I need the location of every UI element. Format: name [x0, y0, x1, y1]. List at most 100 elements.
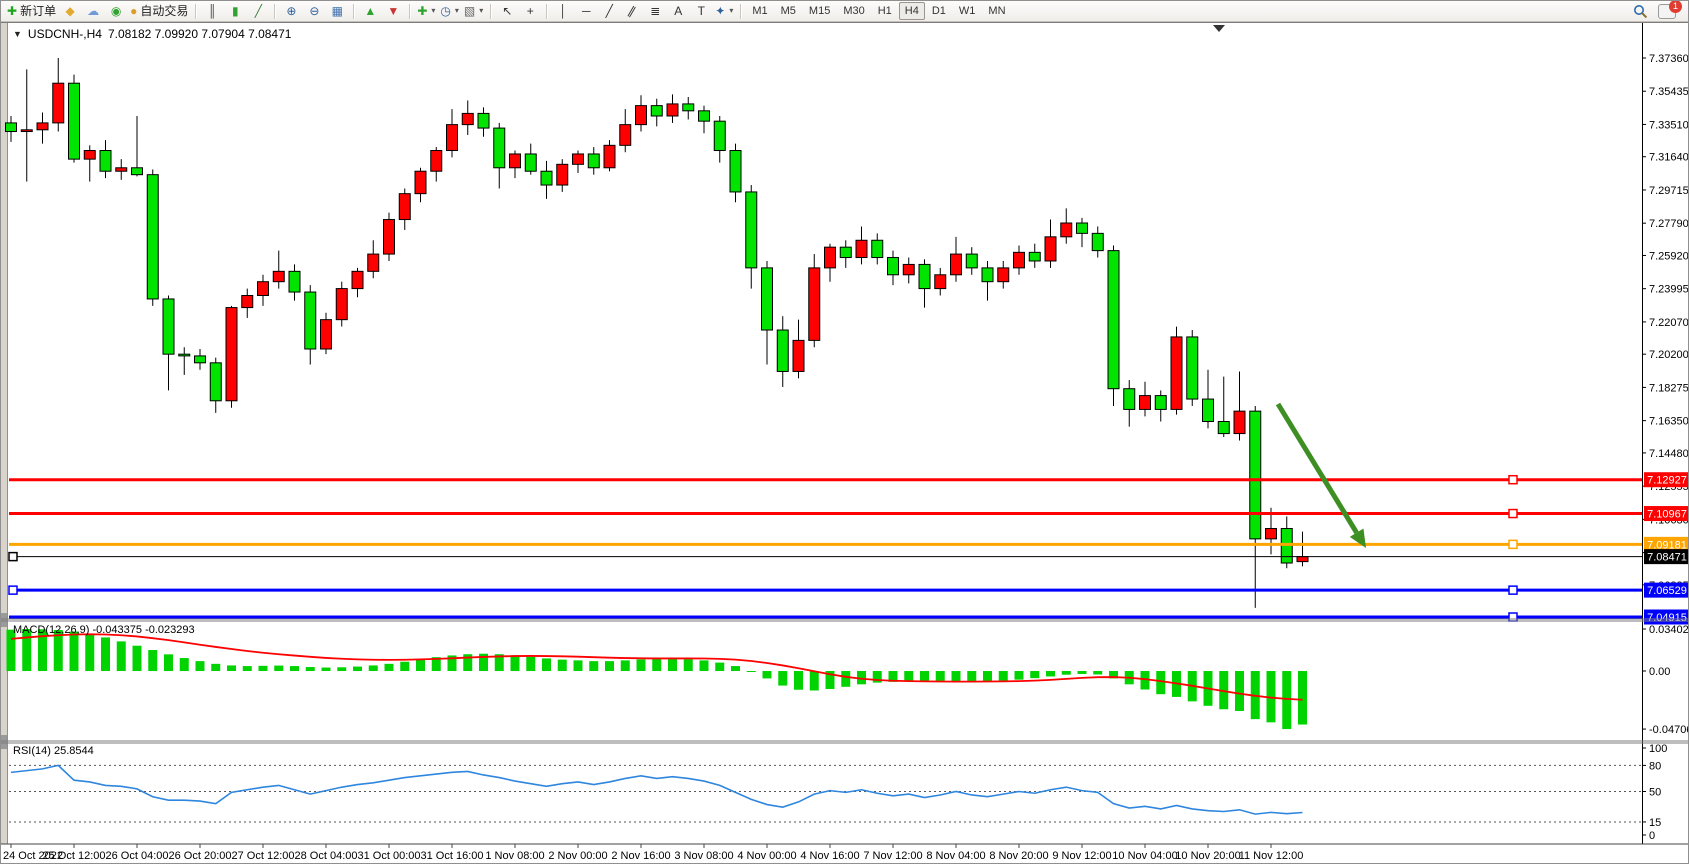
toolbar-right-group: 1 — [1633, 4, 1686, 19]
timeframe-m5-button[interactable]: M5 — [775, 2, 802, 20]
line-chart-button[interactable]: ╱ — [247, 2, 269, 20]
svg-text:7.29715: 7.29715 — [1649, 185, 1689, 197]
toolbar-separator — [195, 4, 196, 19]
horizontal-line-icon: ─ — [582, 5, 591, 17]
chevron-down-icon[interactable]: ▾ — [479, 7, 483, 15]
timeframe-mn-button[interactable]: MN — [982, 2, 1011, 20]
tile-windows-button[interactable]: ▦ — [326, 2, 348, 20]
autotrade-icon: ● — [130, 5, 137, 17]
crosshair-button[interactable]: + — [519, 2, 541, 20]
bar-chart-icon: ║ — [208, 5, 217, 17]
svg-text:31 Oct 00:00: 31 Oct 00:00 — [358, 850, 421, 862]
autotrade-button[interactable]: ●自动交易 — [128, 2, 190, 20]
svg-text:15: 15 — [1649, 817, 1661, 829]
terminal-window: 7.373607.354357.335107.316407.297157.277… — [0, 0, 1689, 864]
shapes-button[interactable]: ✦▾ — [713, 2, 735, 20]
shapes-icon: ✦ — [715, 5, 725, 17]
add-indicator-icon: ✚ — [417, 5, 427, 17]
zoom-in-button[interactable]: ⊕ — [280, 2, 302, 20]
market-watch-button[interactable]: ☁ — [82, 2, 104, 20]
timeframe-d1-button[interactable]: D1 — [926, 2, 952, 20]
toolbar-separator — [490, 4, 491, 19]
trendline-button[interactable]: ╱ — [598, 2, 620, 20]
text-label-icon: T — [698, 5, 705, 17]
chevron-down-icon[interactable]: ▾ — [729, 7, 733, 15]
new-order-icon: ✚ — [7, 5, 17, 17]
chart-background — [1, 23, 1689, 864]
chart-header: ▼ USDCNH-,H4 7.08182 7.09920 7.07904 7.0… — [13, 27, 291, 41]
cursor-button[interactable]: ↖ — [496, 2, 518, 20]
svg-text:7.31640: 7.31640 — [1649, 152, 1689, 164]
toolbar-separator — [274, 4, 275, 19]
zoom-out-button[interactable]: ⊖ — [303, 2, 325, 20]
fibonacci-button[interactable]: ≣ — [644, 2, 666, 20]
notifications-icon[interactable]: 1 — [1658, 4, 1676, 19]
channel-icon: ∥ — [627, 4, 638, 17]
svg-text:0.034024: 0.034024 — [1649, 624, 1689, 636]
svg-text:28 Oct 04:00: 28 Oct 04:00 — [295, 850, 358, 862]
chart-symbol-period: USDCNH-,H4 — [28, 27, 102, 41]
text-button[interactable]: A — [667, 2, 689, 20]
symbol-dropdown-icon[interactable]: ▼ — [13, 29, 22, 39]
candlestick-chart-button[interactable]: ▮ — [224, 2, 246, 20]
cursor-icon: ↖ — [502, 5, 512, 17]
svg-text:25 Oct 12:00: 25 Oct 12:00 — [43, 850, 106, 862]
svg-text:7.10967: 7.10967 — [1647, 509, 1687, 521]
svg-text:7.33510: 7.33510 — [1649, 119, 1689, 131]
timeframe-m30-button[interactable]: M30 — [837, 2, 870, 20]
svg-text:7.18275: 7.18275 — [1649, 382, 1689, 394]
svg-text:4 Nov 16:00: 4 Nov 16:00 — [800, 850, 859, 862]
svg-text:31 Oct 16:00: 31 Oct 16:00 — [421, 850, 484, 862]
svg-text:0: 0 — [1649, 830, 1655, 842]
indicator-down-icon: ▼ — [387, 5, 399, 17]
svg-text:4 Nov 00:00: 4 Nov 00:00 — [737, 850, 796, 862]
gold-ingot-button[interactable]: ◆ — [59, 2, 81, 20]
autotrade-button-label: 自动交易 — [140, 5, 188, 17]
fibonacci-icon: ≣ — [650, 5, 660, 17]
svg-text:27 Oct 12:00: 27 Oct 12:00 — [232, 850, 295, 862]
toolbar-separator — [546, 4, 547, 19]
toolbar-separator — [409, 4, 410, 19]
cloud-icon: ☁ — [87, 5, 99, 17]
indicator-window-up-button[interactable]: ▲ — [359, 2, 381, 20]
timeframe-h1-button[interactable]: H1 — [872, 2, 898, 20]
search-icon[interactable] — [1633, 4, 1648, 19]
svg-text:7.25920: 7.25920 — [1649, 250, 1689, 262]
tile-windows-icon: ▦ — [332, 5, 343, 17]
svg-text:7.22070: 7.22070 — [1649, 317, 1689, 329]
new-order-button[interactable]: ✚新订单 — [5, 2, 58, 20]
horizontal-line-button[interactable]: ─ — [575, 2, 597, 20]
chevron-down-icon[interactable]: ▾ — [431, 7, 435, 15]
zoom-out-icon: ⊖ — [309, 5, 319, 17]
svg-text:0.00: 0.00 — [1649, 666, 1670, 678]
svg-text:50: 50 — [1649, 787, 1661, 799]
timeframe-m15-button[interactable]: M15 — [803, 2, 836, 20]
channel-button[interactable]: ∥ — [621, 2, 643, 20]
svg-text:26 Oct 04:00: 26 Oct 04:00 — [106, 850, 169, 862]
bar-chart-button[interactable]: ║ — [201, 2, 223, 20]
indicator-window-down-button[interactable]: ▼ — [382, 2, 404, 20]
timeframe-h4-button[interactable]: H4 — [899, 2, 925, 20]
svg-text:7.04915: 7.04915 — [1647, 612, 1687, 624]
add-indicator-button[interactable]: ✚▾ — [415, 2, 437, 20]
toolbar-separator — [740, 4, 741, 19]
text-icon: A — [674, 5, 682, 17]
svg-text:7.35435: 7.35435 — [1649, 86, 1689, 98]
zoom-in-icon: ⊕ — [286, 5, 296, 17]
timeframe-m1-button[interactable]: M1 — [746, 2, 773, 20]
svg-text:9 Nov 12:00: 9 Nov 12:00 — [1052, 850, 1111, 862]
svg-text:7.37360: 7.37360 — [1649, 53, 1689, 65]
vertical-line-button[interactable]: │ — [552, 2, 574, 20]
text-label-button[interactable]: T — [690, 2, 712, 20]
templates-button[interactable]: ▧▾ — [462, 2, 485, 20]
svg-text:1 Nov 08:00: 1 Nov 08:00 — [485, 850, 544, 862]
chevron-down-icon[interactable]: ▾ — [455, 7, 459, 15]
svg-text:26 Oct 20:00: 26 Oct 20:00 — [169, 850, 232, 862]
svg-text:10 Nov 04:00: 10 Nov 04:00 — [1112, 850, 1177, 862]
chart-canvas[interactable]: 7.373607.354357.335107.316407.297157.277… — [1, 1, 1689, 864]
timeframe-w1-button[interactable]: W1 — [953, 2, 982, 20]
signals-button[interactable]: ◉ — [105, 2, 127, 20]
periods-button[interactable]: ◷▾ — [438, 2, 461, 20]
svg-text:2 Nov 00:00: 2 Nov 00:00 — [548, 850, 607, 862]
svg-text:11 Nov 12:00: 11 Nov 12:00 — [1239, 850, 1304, 862]
